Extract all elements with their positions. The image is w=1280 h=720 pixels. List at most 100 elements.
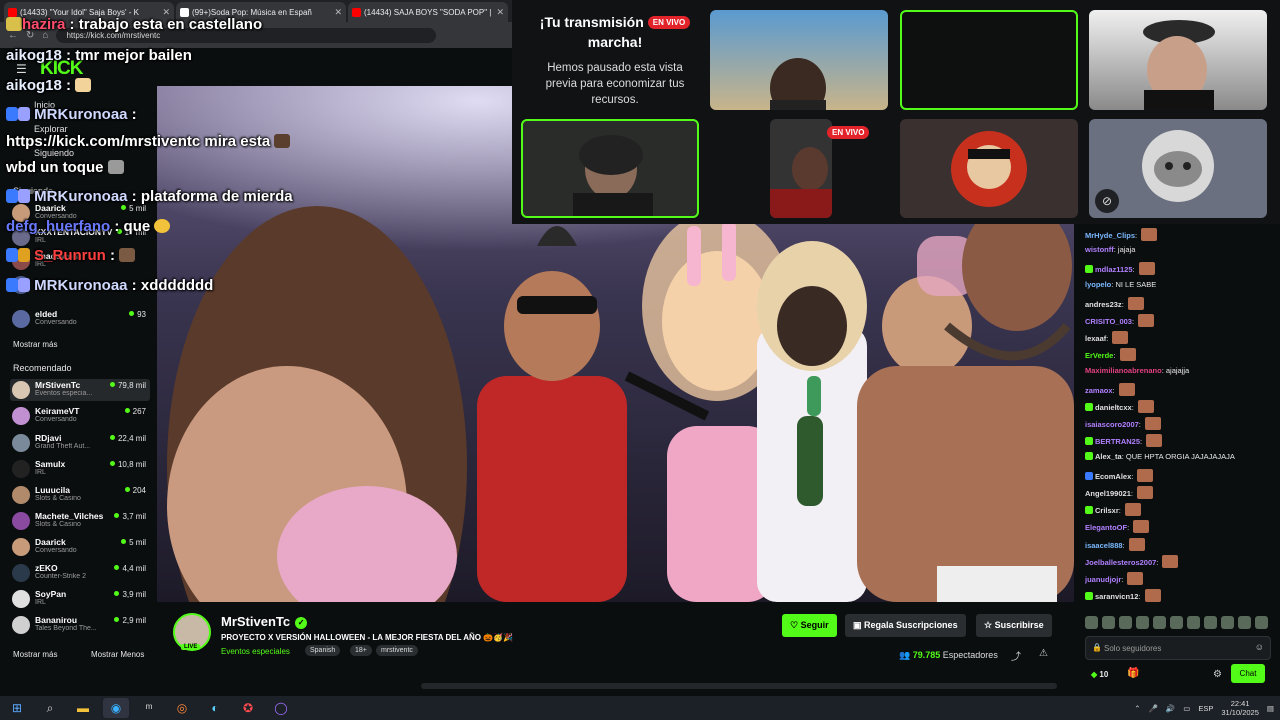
sidebar-channel[interactable]: Bananirou Tales Beyond The... 2,9 mil	[10, 614, 150, 636]
sidebar-channel-active[interactable]: MrStivenTc Eventos especia... 79,8 mil	[10, 379, 150, 401]
chat-username[interactable]: andres23z	[1085, 300, 1122, 309]
stream-category[interactable]: Eventos especiales	[221, 647, 290, 656]
app-icon[interactable]: ✪	[235, 698, 261, 718]
windows-start-icon[interactable]: ⊞	[4, 698, 30, 718]
volume-icon[interactable]: 🔊	[1166, 704, 1175, 713]
chat-input[interactable]: 🔒 Solo seguidores ☺	[1085, 636, 1271, 660]
chat-username[interactable]: lyopelo	[1085, 280, 1111, 289]
report-icon[interactable]: ⚠	[1039, 648, 1048, 659]
emote-picker-icon[interactable]: ☺	[1255, 642, 1264, 652]
emote-icon[interactable]	[1221, 616, 1234, 629]
emote-icon[interactable]	[1170, 616, 1183, 629]
badge-icon	[1085, 592, 1093, 601]
close-tab-icon[interactable]: ✕	[334, 7, 342, 18]
chat-text: QUE HPTA ORGIA JAJAJAJAJA	[1125, 451, 1235, 461]
chat-message: lexaaf:	[1085, 331, 1275, 345]
emote-icon	[1137, 486, 1154, 499]
participant-tile[interactable]	[710, 10, 888, 110]
search-icon[interactable]: ⌕	[37, 698, 63, 718]
chat-send-button[interactable]: Chat	[1231, 664, 1265, 683]
gear-icon[interactable]: ⚙	[1213, 669, 1222, 680]
app-icon[interactable]: ◐	[202, 698, 228, 718]
chat-username[interactable]: ErVerde	[1085, 351, 1113, 360]
sidebar-channel[interactable]: zEKO Counter-Strike 2 4,4 mil	[10, 562, 150, 584]
mic-icon[interactable]: 🎤	[1149, 704, 1158, 713]
network-icon[interactable]: ▭	[1183, 704, 1190, 713]
show-less-recommended[interactable]: Mostrar Menos	[91, 650, 144, 659]
sidebar-channel[interactable]: elded Conversando 93	[10, 308, 150, 330]
app-icon[interactable]: ◎	[169, 698, 195, 718]
emote-icon[interactable]	[1136, 616, 1149, 629]
chat-message: juanudjojr:	[1085, 572, 1275, 585]
share-icon[interactable]: ⤴	[1011, 648, 1021, 663]
emote-icon[interactable]	[1204, 616, 1217, 629]
tag-language[interactable]: Spanish	[305, 645, 341, 656]
gift-subs-button[interactable]: ▣ Regala Suscripciones	[845, 614, 966, 637]
chat-username[interactable]: zamaox	[1085, 386, 1113, 395]
streamer-name[interactable]: MrStivenTc ✓	[221, 614, 308, 629]
chat-username[interactable]: Angel199021	[1085, 489, 1131, 498]
participant-tile-speaking[interactable]	[900, 10, 1078, 110]
chat-username[interactable]: ElegantoOF	[1085, 523, 1127, 532]
participant-tile[interactable]	[900, 119, 1078, 218]
chat-username[interactable]: isaacel888	[1085, 541, 1123, 550]
gift-icon[interactable]: 🎁	[1127, 668, 1139, 679]
participant-tile-speaking[interactable]	[521, 119, 699, 218]
show-more-following[interactable]: Mostrar más	[13, 340, 57, 349]
sidebar-channel[interactable]: Samulx IRL 10,8 mil	[10, 458, 150, 480]
chat-username[interactable]: Joelballesteros2007	[1085, 558, 1156, 567]
chat-username[interactable]: CRISITO_003	[1085, 317, 1132, 326]
chat-message: Crilsxr:	[1085, 503, 1275, 517]
chat-username[interactable]: BERTRAN25	[1095, 437, 1140, 446]
clock[interactable]: 22:41 31/10/2025	[1221, 699, 1259, 717]
emote-icon[interactable]	[1153, 616, 1166, 629]
sidebar-channel[interactable]: KeirameVT Conversando 267	[10, 405, 150, 427]
emote-icon	[1124, 503, 1141, 517]
sidebar-channel[interactable]: Machete_Vilches Slots & Casino 3,7 mil	[10, 510, 150, 532]
emote-icon[interactable]	[1255, 616, 1268, 629]
follow-button[interactable]: ♡ Seguir	[782, 614, 837, 637]
mic-off-icon[interactable]: ⊘	[1095, 189, 1119, 213]
chat-username[interactable]: juanudjojr	[1085, 575, 1121, 584]
chat-username[interactable]: MrHyde_Clips	[1085, 231, 1135, 240]
app-icon[interactable]: ᵐ	[136, 698, 162, 718]
browser-tab[interactable]: (14434) SAJA BOYS "SODA POP" | ✕	[348, 2, 508, 22]
chat-username[interactable]: wistonff	[1085, 245, 1114, 254]
emote-icon[interactable]	[1119, 616, 1132, 629]
chat-username[interactable]: danieltcxx	[1095, 403, 1132, 412]
channel-points[interactable]: ◆ 10	[1091, 670, 1108, 679]
chat-username[interactable]: Crilsxr	[1095, 506, 1119, 515]
participant-tile[interactable]	[770, 119, 832, 218]
file-explorer-icon[interactable]: ▬	[70, 698, 96, 718]
edge-icon[interactable]: ◉	[103, 698, 129, 718]
emote-icon[interactable]	[1085, 616, 1098, 629]
emote-icon[interactable]	[1187, 616, 1200, 629]
chat-username[interactable]: Maximilianoabrenano	[1085, 366, 1162, 375]
chat-username[interactable]: mdlaz1125	[1095, 265, 1133, 274]
tag-channel[interactable]: mrstiventc	[376, 645, 418, 656]
close-tab-icon[interactable]: ✕	[496, 7, 504, 18]
emote-bar[interactable]	[1085, 616, 1268, 629]
participant-tile[interactable]	[1089, 10, 1267, 110]
notification-icon[interactable]: ▤	[1267, 704, 1274, 713]
participant-tile[interactable]: ⊘	[1089, 119, 1267, 218]
show-more-recommended[interactable]: Mostrar más	[13, 650, 57, 659]
emote-icon[interactable]	[1238, 616, 1251, 629]
subscribe-button[interactable]: ☆ Suscribirse	[976, 614, 1052, 637]
chat-username[interactable]: lexaaf	[1085, 334, 1106, 343]
chat-username[interactable]: isaiascoro2007	[1085, 420, 1139, 429]
sidebar-channel[interactable]: Daarick Conversando 5 mil	[10, 536, 150, 558]
badge-icon	[1085, 506, 1093, 515]
sidebar-channel[interactable]: SoyPan IRL 3,9 mil	[10, 588, 150, 610]
chat-username[interactable]: saranvicn12	[1095, 592, 1138, 601]
sidebar-channel[interactable]: RDjavi Grand Theft Aut... 22,4 mil	[10, 432, 150, 454]
sidebar-channel[interactable]: Luuucila Slots & Casino 204	[10, 484, 150, 506]
app-icon[interactable]: ◯	[268, 698, 294, 718]
chat-username[interactable]: Alex_ta	[1095, 452, 1122, 461]
tag-age[interactable]: 18+	[350, 645, 372, 656]
chevron-up-icon[interactable]: ⌃	[1134, 704, 1140, 713]
emote-icon[interactable]	[1102, 616, 1115, 629]
horizontal-scrollbar[interactable]	[421, 683, 1057, 689]
language-indicator[interactable]: ESP	[1198, 704, 1213, 713]
chat-username[interactable]: EcomAlex	[1095, 472, 1131, 481]
